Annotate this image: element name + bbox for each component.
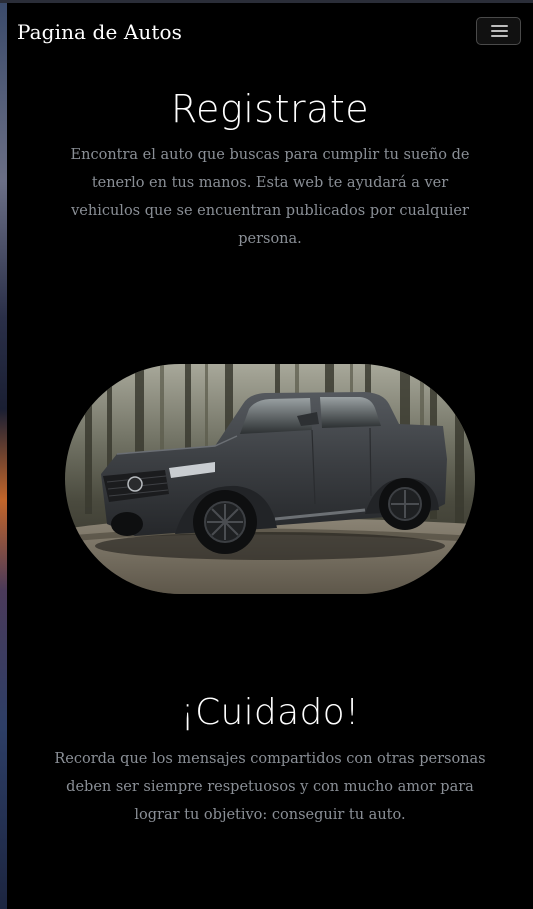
page: Pagina de Autos Registrate Encontra el a… [0, 0, 533, 909]
section-title-registrate: Registrate [170, 87, 370, 131]
navbar-brand[interactable]: Pagina de Autos [17, 20, 182, 44]
section-description-cuidado: Recorda que los mensajes compartidos con… [54, 751, 486, 823]
section-title-cuidado: ¡Cuidado! [180, 692, 360, 733]
section-description-registrate: Encontra el auto que buscas para cumplir… [70, 147, 470, 247]
navbar-toggle-button[interactable] [476, 17, 521, 45]
navbar: Pagina de Autos [7, 3, 533, 63]
hero-truck-image [65, 364, 475, 594]
background-edge [0, 0, 7, 909]
